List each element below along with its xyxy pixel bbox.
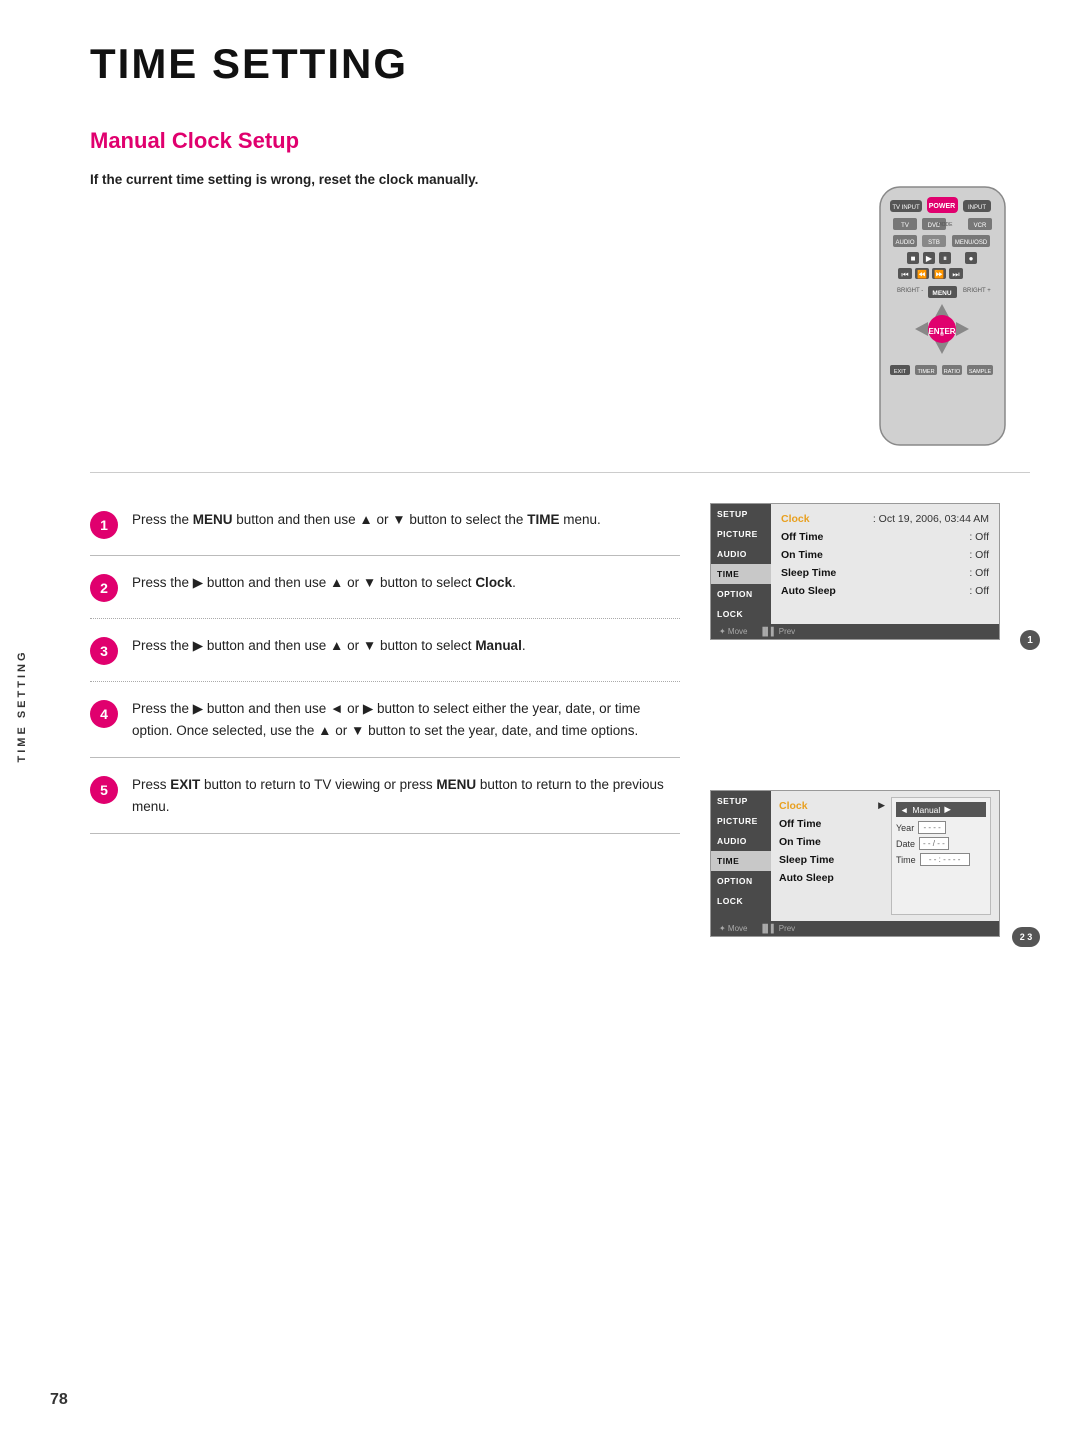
menu1-footer: ✦ Move▐▌▌ Prev [711,624,999,639]
menu2-item-setup: SETUP [711,791,771,811]
step-4: 4 Press the ▶ button and then use ◄ or ▶… [90,682,680,758]
step-5: 5 Press EXIT button to return to TV view… [90,758,680,834]
menu1-item-option: OPTION [711,584,771,604]
menu-screen-2: SETUP PICTURE AUDIO TIME OPTION LOCK Clo… [710,790,1000,937]
step-number-3: 3 [90,637,118,665]
svg-text:MENU/OSD: MENU/OSD [955,240,988,246]
page-number: 78 [50,1391,68,1409]
side-label: TIME SETTING [16,650,28,763]
svg-text:AUDIO: AUDIO [895,240,914,246]
menu2-item-picture: PICTURE [711,811,771,831]
menu2-content: Clock ▶ Off Time On Time S [771,791,999,921]
svg-text:⏸: ⏸ [943,254,947,263]
svg-text:POWER: POWER [929,203,955,210]
svg-text:INPUT: INPUT [968,205,986,211]
step-5-text: Press EXIT button to return to TV viewin… [132,774,680,817]
menu1-row-offtime: Off Time : Off [781,528,989,546]
svg-text:BRIGHT +: BRIGHT + [963,288,991,294]
menu1-row-ontime: On Time : Off [781,546,989,564]
step-2: 2 Press the ▶ button and then use ▲ or ▼… [90,556,680,619]
menu1-row-clock: Clock : Oct 19, 2006, 03:44 AM [781,510,989,528]
menu-screen-1: SETUP PICTURE AUDIO TIME OPTION LOCK Clo… [710,503,1000,640]
step-1: 1 Press the MENU button and then use ▲ o… [90,493,680,556]
menu1-item-picture: PICTURE [711,524,771,544]
menu2-row-ontime: On Time [779,833,885,851]
menu1-item-time: TIME [711,564,771,584]
step-1-text: Press the MENU button and then use ▲ or … [132,509,601,531]
svg-text:STB: STB [928,240,940,246]
date-value: - - / - - [919,837,949,850]
svg-text:VCR: VCR [974,223,987,229]
menu2-sidebar: SETUP PICTURE AUDIO TIME OPTION LOCK [711,791,771,921]
svg-text:●: ● [969,254,974,263]
svg-text:RATIO: RATIO [944,369,961,375]
top-divider [90,472,1030,473]
menu2-item-option: OPTION [711,871,771,891]
svg-text:BRIGHT -: BRIGHT - [897,288,923,294]
time-field: Time - - : - - - - [896,853,986,866]
menu1-sidebar: SETUP PICTURE AUDIO TIME OPTION LOCK [711,504,771,624]
svg-text:TV: TV [901,223,909,229]
menu2-left-panel: Clock ▶ Off Time On Time S [779,797,885,915]
page-title: TIME SETTING [90,40,1030,88]
screen-badge-1: 1 [1020,630,1040,650]
menu2-item-audio: AUDIO [711,831,771,851]
svg-text:TV INPUT: TV INPUT [892,205,920,211]
images-column: SETUP PICTURE AUDIO TIME OPTION LOCK Clo… [710,493,1030,957]
menu2-row-autosleep: Auto Sleep [779,869,885,887]
menu2-row-clock: Clock ▶ [779,797,885,815]
menu2-row-sleeptime: Sleep Time [779,851,885,869]
step-2-text: Press the ▶ button and then use ▲ or ▼ b… [132,572,516,594]
menu1-row-sleeptime: Sleep Time : Off [781,564,989,582]
screen-badge-23: 2 3 [1012,927,1040,947]
step-number-2: 2 [90,574,118,602]
svg-text:⏪: ⏪ [917,269,927,279]
date-field: Date - - / - - [896,837,986,850]
svg-text:⏭: ⏭ [952,270,959,279]
svg-text:MENU: MENU [932,290,951,297]
year-field: Year - - - - [896,821,986,834]
time-value: - - : - - - - [920,853,970,866]
step-3-text: Press the ▶ button and then use ▲ or ▼ b… [132,635,526,657]
step-3: 3 Press the ▶ button and then use ▲ or ▼… [90,619,680,682]
menu1-content: Clock : Oct 19, 2006, 03:44 AM Off Time … [771,504,999,624]
step-number-1: 1 [90,511,118,539]
steps-column: 1 Press the MENU button and then use ▲ o… [90,493,680,957]
menu2-footer: ✦ Move▐▌▌ Prev [711,921,999,936]
svg-text:TIMER: TIMER [917,369,934,375]
year-value: - - - - [918,821,946,834]
step-number-5: 5 [90,776,118,804]
menu2-item-lock: LOCK [711,891,771,911]
svg-text:⏮: ⏮ [901,270,908,279]
menu2-row-offtime: Off Time [779,815,885,833]
menu1-item-audio: AUDIO [711,544,771,564]
svg-text:SAMPLE: SAMPLE [969,369,992,375]
svg-text:MODE: MODE [938,222,954,228]
step-number-4: 4 [90,700,118,728]
menu1-item-lock: LOCK [711,604,771,624]
section-heading: Manual Clock Setup [90,128,1030,154]
svg-text:⏩: ⏩ [934,269,944,279]
svg-text:■: ■ [911,254,916,263]
remote-control-image: TV INPUT POWER INPUT TV DVD VCR MODE AUD… [855,182,1030,452]
svg-text:▶: ▶ [926,254,933,263]
intro-text: If the current time setting is wrong, re… [90,172,830,187]
menu1-item-setup: SETUP [711,504,771,524]
step-4-text: Press the ▶ button and then use ◄ or ▶ b… [132,698,680,741]
menu1-row-autosleep: Auto Sleep : Off [781,582,989,600]
menu2-item-time: TIME [711,851,771,871]
svg-text:EXIT: EXIT [894,369,907,375]
menu2-right-panel: ◄ Manual ▶ Year - - - - Date - - / - - [891,797,991,915]
manual-title: ◄ Manual ▶ [896,802,986,817]
